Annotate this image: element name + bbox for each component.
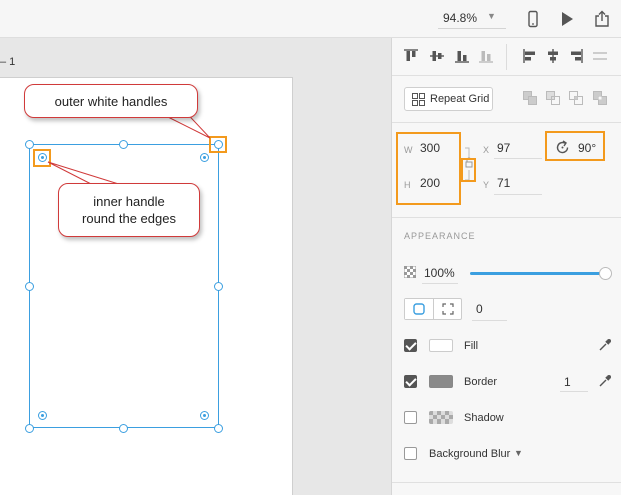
align-right-icon[interactable] bbox=[568, 48, 584, 64]
callout-inner-handle: inner handle round the edges bbox=[58, 183, 200, 237]
corners-icon bbox=[442, 303, 454, 315]
share-icon[interactable] bbox=[593, 10, 611, 28]
corner-radius-input[interactable]: 0 bbox=[476, 302, 483, 316]
fill-label: Fill bbox=[464, 340, 479, 352]
callout-outer-handles: outer white handles bbox=[24, 84, 198, 118]
highlight-size-fields bbox=[396, 132, 461, 205]
background-blur-label[interactable]: Background Blur bbox=[429, 448, 510, 460]
border-width-underline bbox=[560, 391, 588, 392]
align-top-icon[interactable] bbox=[403, 48, 419, 64]
opacity-underline bbox=[422, 283, 458, 284]
mobile-preview-icon[interactable] bbox=[524, 10, 542, 28]
play-icon[interactable] bbox=[558, 10, 576, 28]
opacity-icon bbox=[404, 266, 416, 278]
opacity-slider-track[interactable] bbox=[470, 272, 605, 275]
opacity-slider-knob[interactable] bbox=[599, 267, 612, 280]
resize-handle-top-left[interactable] bbox=[25, 140, 34, 149]
border-eyedropper-icon[interactable] bbox=[598, 374, 612, 388]
blur-chevron-down-icon[interactable]: ▼ bbox=[514, 448, 523, 458]
highlight-rotation bbox=[545, 131, 605, 161]
y-label: Y bbox=[483, 180, 490, 190]
shadow-label: Shadow bbox=[464, 412, 504, 424]
toolbar-divider bbox=[506, 44, 507, 70]
y-input[interactable]: 71 bbox=[497, 176, 510, 190]
zoom-underline bbox=[438, 28, 506, 29]
x-input[interactable]: 97 bbox=[497, 141, 510, 155]
resize-handle-left[interactable] bbox=[25, 282, 34, 291]
callout-outer-text: outer white handles bbox=[54, 94, 168, 109]
corner-mode-toggle bbox=[404, 298, 462, 320]
corner-radius-handle-bottom-left[interactable] bbox=[38, 411, 47, 420]
resize-handle-top[interactable] bbox=[119, 140, 128, 149]
x-label: X bbox=[483, 145, 490, 155]
align-bottom-icon[interactable] bbox=[454, 48, 470, 64]
boolean-intersect-icon[interactable] bbox=[569, 91, 583, 105]
appearance-title: APPEARANCE bbox=[404, 231, 476, 241]
background-blur-checkbox[interactable] bbox=[404, 447, 417, 460]
x-underline bbox=[494, 158, 542, 159]
artboard-label[interactable]: – 1 bbox=[0, 56, 15, 68]
shadow-swatch[interactable] bbox=[429, 411, 453, 424]
per-corner-button[interactable] bbox=[434, 299, 463, 319]
distribute-vertical-icon[interactable] bbox=[478, 48, 494, 64]
boolean-add-icon[interactable] bbox=[523, 91, 537, 105]
resize-handle-right[interactable] bbox=[214, 282, 223, 291]
align-middle-icon[interactable] bbox=[429, 48, 445, 64]
uniform-corners-button[interactable] bbox=[405, 299, 434, 319]
boolean-exclude-icon[interactable] bbox=[593, 91, 607, 105]
border-width-input[interactable]: 1 bbox=[564, 375, 571, 389]
highlight-inner-handle bbox=[33, 149, 51, 167]
fill-checkbox[interactable] bbox=[404, 339, 417, 352]
corner-radius-handle-bottom-right[interactable] bbox=[200, 411, 209, 420]
border-color-swatch[interactable] bbox=[429, 375, 453, 388]
highlight-outer-handle bbox=[209, 136, 227, 153]
alignment-section bbox=[392, 38, 621, 76]
border-label: Border bbox=[464, 376, 498, 388]
y-underline bbox=[494, 194, 542, 195]
design-canvas[interactable]: – 1 outer white handles inner handle rou… bbox=[0, 38, 391, 495]
resize-handle-bottom[interactable] bbox=[119, 424, 128, 433]
property-inspector: Repeat Grid W 300 H 200 X 97 Y 71 90° AP… bbox=[391, 38, 621, 495]
repeat-grid-button[interactable]: Repeat Grid bbox=[404, 87, 493, 111]
fill-eyedropper-icon[interactable] bbox=[598, 338, 612, 352]
highlight-lock bbox=[461, 158, 476, 182]
corner-radius-handle-top-right[interactable] bbox=[200, 153, 209, 162]
resize-handle-bottom-left[interactable] bbox=[25, 424, 34, 433]
repeat-grid-label: Repeat Grid bbox=[430, 93, 490, 105]
zoom-level[interactable]: 94.8% bbox=[443, 11, 477, 25]
resize-handle-bottom-right[interactable] bbox=[214, 424, 223, 433]
opacity-input[interactable]: 100% bbox=[424, 266, 455, 280]
top-toolbar: 94.8% ▼ bbox=[0, 0, 621, 38]
grid-icon bbox=[412, 93, 425, 106]
fill-color-swatch[interactable] bbox=[429, 339, 453, 352]
align-left-icon[interactable] bbox=[522, 48, 538, 64]
callout-inner-text-1: inner handle bbox=[93, 194, 165, 209]
panel-divider bbox=[392, 482, 621, 483]
distribute-horizontal-icon[interactable] bbox=[592, 48, 608, 64]
zoom-chevron-down-icon[interactable]: ▼ bbox=[487, 11, 496, 21]
border-checkbox[interactable] bbox=[404, 375, 417, 388]
shadow-checkbox[interactable] bbox=[404, 411, 417, 424]
boolean-subtract-icon[interactable] bbox=[546, 91, 560, 105]
align-center-icon[interactable] bbox=[545, 48, 561, 64]
callout-inner-text-2: round the edges bbox=[82, 211, 176, 226]
corner-radius-underline bbox=[472, 320, 507, 321]
rounded-square-icon bbox=[413, 303, 425, 315]
